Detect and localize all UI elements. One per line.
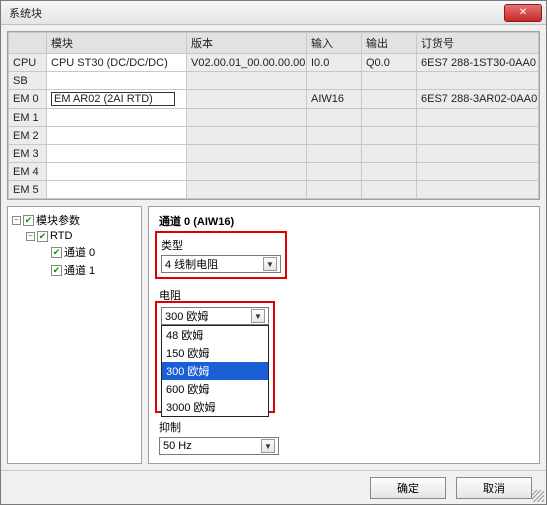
dialog-buttons: 确定 取消: [1, 470, 546, 504]
chevron-down-icon: ▼: [263, 257, 277, 271]
cancel-button[interactable]: 取消: [456, 477, 532, 499]
column-header[interactable]: 订货号: [417, 33, 539, 54]
tree-rtd-label: RTD: [50, 230, 72, 242]
checkbox-icon[interactable]: ✔: [23, 215, 34, 226]
rejection-select[interactable]: 50 Hz▼: [159, 437, 529, 455]
chevron-down-icon: ▼: [251, 309, 265, 323]
checkbox-icon: ✔: [51, 247, 62, 258]
channel-form: 通道 0 (AIW16) 类型 4 线制电阻▼ 电阻 300 欧姆 ▼: [148, 206, 540, 464]
column-header[interactable]: 模块: [47, 33, 187, 54]
content-area: 模块版本输入输出订货号 CPUCPU ST30 (DC/DC/DC)V02.00…: [1, 25, 546, 470]
table-row[interactable]: CPUCPU ST30 (DC/DC/DC)V02.00.01_00.00.00…: [9, 54, 539, 72]
dropdown-option[interactable]: 48 欧姆: [162, 326, 268, 344]
column-header[interactable]: 输出: [362, 33, 417, 54]
dropdown-option[interactable]: 600 欧姆: [162, 380, 268, 398]
tree-collapse-icon[interactable]: −: [12, 216, 21, 225]
dropdown-option[interactable]: 150 欧姆: [162, 344, 268, 362]
tree-item-channel-1[interactable]: ✔通道 1: [40, 261, 139, 279]
table-row[interactable]: EM 3: [9, 145, 539, 163]
parameter-tree[interactable]: −✔模块参数 −✔RTD ✔通道 0 ✔通道 1: [7, 206, 142, 464]
rejection-label: 抑制: [159, 419, 529, 435]
column-header[interactable]: [9, 33, 47, 54]
titlebar: 系统块 ✕: [1, 1, 546, 25]
checkbox-icon: ✔: [51, 265, 62, 276]
close-button[interactable]: ✕: [504, 4, 542, 22]
resistance-select[interactable]: 300 欧姆▼ 48 欧姆150 欧姆300 欧姆600 欧姆3000 欧姆: [161, 307, 269, 325]
resistance-label: 电阻: [159, 287, 529, 303]
column-header[interactable]: 输入: [307, 33, 362, 54]
table-row[interactable]: EM 0EM AR02 (2AI RTD)AIW166ES7 288-3AR02…: [9, 90, 539, 109]
module-grid[interactable]: 模块版本输入输出订货号 CPUCPU ST30 (DC/DC/DC)V02.00…: [7, 31, 540, 200]
resistance-dropdown[interactable]: 48 欧姆150 欧姆300 欧姆600 欧姆3000 欧姆: [161, 325, 269, 417]
type-label: 类型: [161, 237, 281, 253]
ok-button[interactable]: 确定: [370, 477, 446, 499]
chevron-down-icon: ▼: [261, 439, 275, 453]
dropdown-option[interactable]: 300 欧姆: [162, 362, 268, 380]
table-row[interactable]: SB: [9, 72, 539, 90]
tree-item-channel-0[interactable]: ✔通道 0: [40, 243, 139, 261]
table-row[interactable]: EM 4: [9, 163, 539, 181]
tree-root-label: 模块参数: [36, 212, 80, 228]
checkbox-icon[interactable]: ✔: [37, 231, 48, 242]
type-select[interactable]: 4 线制电阻▼: [161, 255, 281, 273]
system-block-dialog: 系统块 ✕ 模块版本输入输出订货号 CPUCPU ST30 (DC/DC/DC)…: [0, 0, 547, 505]
dropdown-option[interactable]: 3000 欧姆: [162, 398, 268, 416]
table-row[interactable]: EM 5: [9, 181, 539, 199]
window-title: 系统块: [5, 5, 504, 21]
resize-grip-icon[interactable]: [532, 490, 544, 502]
table-row[interactable]: EM 2: [9, 127, 539, 145]
tree-collapse-icon[interactable]: −: [26, 232, 35, 241]
table-row[interactable]: EM 1: [9, 109, 539, 127]
column-header[interactable]: 版本: [187, 33, 307, 54]
form-heading: 通道 0 (AIW16): [159, 213, 529, 229]
